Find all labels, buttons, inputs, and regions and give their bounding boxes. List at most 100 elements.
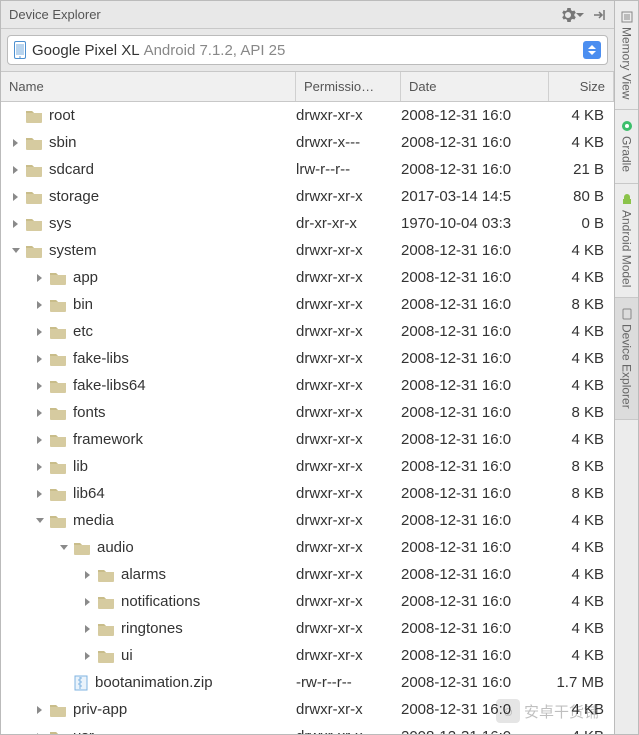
dropdown-toggle-icon[interactable]: [583, 41, 601, 59]
disclosure-collapsed-icon[interactable]: [33, 354, 47, 364]
tree-row[interactable]: bindrwxr-xr-x2008-12-31 16:08 KB: [1, 291, 614, 318]
file-permissions: drwxr-x---: [296, 134, 401, 151]
table-header: Name Permissio… Date Size: [1, 72, 614, 102]
tree-row[interactable]: storagedrwxr-xr-x2017-03-14 14:580 B: [1, 183, 614, 210]
tree-row[interactable]: fake-libs64drwxr-xr-x2008-12-31 16:04 KB: [1, 372, 614, 399]
tree-row[interactable]: alarmsdrwxr-xr-x2008-12-31 16:04 KB: [1, 561, 614, 588]
disclosure-collapsed-icon[interactable]: [81, 624, 95, 634]
disclosure-collapsed-icon[interactable]: [33, 273, 47, 283]
disclosure-expanded-icon[interactable]: [9, 247, 23, 255]
disclosure-collapsed-icon[interactable]: [81, 597, 95, 607]
disclosure-collapsed-icon[interactable]: [33, 462, 47, 472]
tab-memory-view[interactable]: Memory View: [615, 1, 638, 110]
disclosure-expanded-icon[interactable]: [57, 544, 71, 552]
tab-android-model[interactable]: Android Model: [615, 184, 638, 298]
file-date: 2008-12-31 16:0: [401, 377, 549, 394]
header-permissions[interactable]: Permissio…: [296, 72, 401, 101]
header-size[interactable]: Size: [549, 72, 614, 101]
disclosure-collapsed-icon[interactable]: [33, 381, 47, 391]
file-date: 2008-12-31 16:0: [401, 431, 549, 448]
disclosure-collapsed-icon[interactable]: [81, 570, 95, 580]
tree-row[interactable]: appdrwxr-xr-x2008-12-31 16:04 KB: [1, 264, 614, 291]
disclosure-collapsed-icon[interactable]: [33, 408, 47, 418]
disclosure-collapsed-icon[interactable]: [9, 165, 23, 175]
tree-row[interactable]: lib64drwxr-xr-x2008-12-31 16:08 KB: [1, 480, 614, 507]
file-size: 8 KB: [549, 458, 614, 475]
tree-row[interactable]: fake-libsdrwxr-xr-x2008-12-31 16:04 KB: [1, 345, 614, 372]
file-name: fonts: [73, 404, 106, 421]
gradle-icon: [621, 120, 633, 132]
file-date: 2008-12-31 16:0: [401, 134, 549, 151]
file-tree[interactable]: rootdrwxr-xr-x2008-12-31 16:04 KBsbindrw…: [1, 102, 614, 734]
tree-row[interactable]: audiodrwxr-xr-x2008-12-31 16:04 KB: [1, 534, 614, 561]
file-date: 2008-12-31 16:0: [401, 107, 549, 124]
tree-row[interactable]: etcdrwxr-xr-x2008-12-31 16:04 KB: [1, 318, 614, 345]
folder-icon: [25, 244, 43, 258]
file-size: 4 KB: [549, 593, 614, 610]
disclosure-collapsed-icon[interactable]: [33, 300, 47, 310]
tab-device-explorer[interactable]: Device Explorer: [615, 298, 638, 420]
file-permissions: drwxr-xr-x: [296, 566, 401, 583]
folder-icon: [73, 541, 91, 555]
file-permissions: -rw-r--r--: [296, 674, 401, 691]
disclosure-collapsed-icon[interactable]: [33, 327, 47, 337]
file-permissions: drwxr-xr-x: [296, 458, 401, 475]
disclosure-collapsed-icon[interactable]: [9, 219, 23, 229]
file-date: 2008-12-31 16:0: [401, 620, 549, 637]
folder-icon: [97, 568, 115, 582]
disclosure-collapsed-icon[interactable]: [9, 138, 23, 148]
disclosure-collapsed-icon[interactable]: [33, 489, 47, 499]
file-name: fake-libs64: [73, 377, 146, 394]
file-permissions: drwxr-xr-x: [296, 242, 401, 259]
tree-row[interactable]: usrdrwxr-xr-x2008-12-31 16:04 KB: [1, 723, 614, 734]
file-name: alarms: [121, 566, 166, 583]
tab-gradle[interactable]: Gradle: [615, 110, 638, 183]
tree-row[interactable]: priv-appdrwxr-xr-x2008-12-31 16:04 KB: [1, 696, 614, 723]
file-size: 21 B: [549, 161, 614, 178]
file-size: 4 KB: [549, 107, 614, 124]
tree-row[interactable]: uidrwxr-xr-x2008-12-31 16:04 KB: [1, 642, 614, 669]
file-size: 8 KB: [549, 296, 614, 313]
tree-row[interactable]: bootanimation.zip-rw-r--r--2008-12-31 16…: [1, 669, 614, 696]
file-size: 4 KB: [549, 242, 614, 259]
disclosure-collapsed-icon[interactable]: [33, 705, 47, 715]
file-size: 4 KB: [549, 377, 614, 394]
header-date[interactable]: Date: [401, 72, 549, 101]
disclosure-collapsed-icon[interactable]: [33, 435, 47, 445]
disclosure-collapsed-icon[interactable]: [81, 651, 95, 661]
file-date: 2008-12-31 16:0: [401, 485, 549, 502]
tree-row[interactable]: sysdr-xr-xr-x1970-10-04 03:30 B: [1, 210, 614, 237]
file-permissions: drwxr-xr-x: [296, 431, 401, 448]
file-size: 80 B: [549, 188, 614, 205]
hide-icon[interactable]: [592, 8, 606, 22]
disclosure-collapsed-icon[interactable]: [33, 732, 47, 735]
file-name: lib64: [73, 485, 105, 502]
tree-row[interactable]: rootdrwxr-xr-x2008-12-31 16:04 KB: [1, 102, 614, 129]
disclosure-collapsed-icon[interactable]: [9, 192, 23, 202]
file-permissions: drwxr-xr-x: [296, 323, 401, 340]
tree-row[interactable]: mediadrwxr-xr-x2008-12-31 16:04 KB: [1, 507, 614, 534]
tree-row[interactable]: systemdrwxr-xr-x2008-12-31 16:04 KB: [1, 237, 614, 264]
gear-icon[interactable]: [560, 7, 584, 23]
disclosure-expanded-icon[interactable]: [33, 517, 47, 525]
file-size: 4 KB: [549, 323, 614, 340]
folder-icon: [49, 325, 67, 339]
device-details: Android 7.1.2, API 25: [144, 42, 286, 59]
folder-icon: [49, 379, 67, 393]
tree-row[interactable]: libdrwxr-xr-x2008-12-31 16:08 KB: [1, 453, 614, 480]
tree-row[interactable]: ringtonesdrwxr-xr-x2008-12-31 16:04 KB: [1, 615, 614, 642]
file-size: 8 KB: [549, 404, 614, 421]
header-name[interactable]: Name: [1, 72, 296, 101]
device-dropdown[interactable]: Google Pixel XL Android 7.1.2, API 25: [7, 35, 608, 65]
tree-row[interactable]: sdcardlrw-r--r--2008-12-31 16:021 B: [1, 156, 614, 183]
tree-row[interactable]: fontsdrwxr-xr-x2008-12-31 16:08 KB: [1, 399, 614, 426]
memory-icon: [621, 11, 633, 23]
folder-icon: [25, 136, 43, 150]
file-name: priv-app: [73, 701, 127, 718]
file-name: media: [73, 512, 114, 529]
file-size: 0 B: [549, 215, 614, 232]
file-date: 2008-12-31 16:0: [401, 458, 549, 475]
tree-row[interactable]: notificationsdrwxr-xr-x2008-12-31 16:04 …: [1, 588, 614, 615]
tree-row[interactable]: frameworkdrwxr-xr-x2008-12-31 16:04 KB: [1, 426, 614, 453]
tree-row[interactable]: sbindrwxr-x---2008-12-31 16:04 KB: [1, 129, 614, 156]
